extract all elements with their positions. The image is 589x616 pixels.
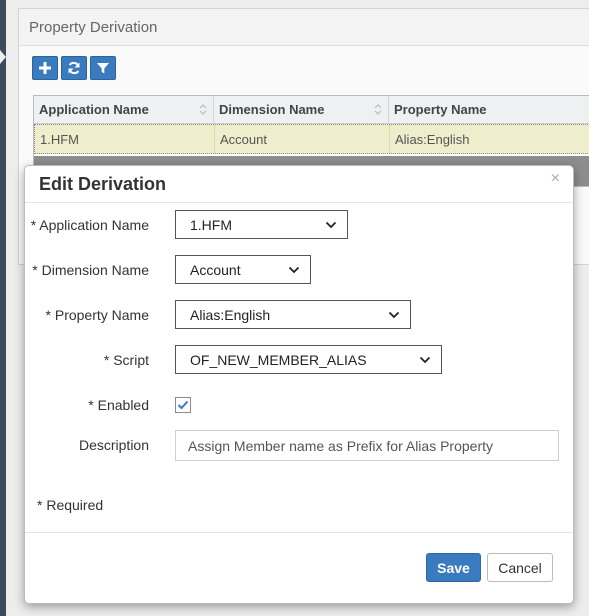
sort-icon xyxy=(374,104,382,115)
dimension-name-label: * Dimension Name xyxy=(32,262,149,278)
save-button[interactable]: Save xyxy=(426,553,481,582)
column-label: Application Name xyxy=(39,102,149,117)
refresh-icon xyxy=(68,61,80,75)
table-cell: Alias:English xyxy=(395,131,470,147)
enabled-label: * Enabled xyxy=(88,397,149,413)
column-header-application[interactable]: Application Name xyxy=(34,96,214,123)
left-rail xyxy=(0,0,6,616)
column-label: Property Name xyxy=(394,102,487,117)
dialog-footer-divider xyxy=(25,532,573,533)
checkmark-icon xyxy=(177,400,189,410)
table-cell: Account xyxy=(215,125,390,153)
dimension-name-select[interactable]: Account xyxy=(175,255,311,284)
column-label: Dimension Name xyxy=(219,102,325,117)
select-value: 1.HFM xyxy=(190,216,232,233)
panel-title: Property Derivation xyxy=(19,9,589,46)
toolbar xyxy=(32,56,116,80)
property-name-select[interactable]: Alias:English xyxy=(175,300,411,329)
add-icon xyxy=(39,62,51,74)
cancel-button[interactable]: Cancel xyxy=(487,553,553,582)
dialog-title: Edit Derivation xyxy=(39,174,167,194)
dialog-header: Edit Derivation × xyxy=(25,166,573,203)
grid-header: Application Name Dimension Name Property… xyxy=(34,96,589,124)
chevron-down-icon xyxy=(288,266,300,274)
property-name-label: * Property Name xyxy=(45,307,149,323)
description-label: Description xyxy=(78,437,149,453)
select-value: OF_NEW_MEMBER_ALIAS xyxy=(190,351,367,368)
application-name-label: * Application Name xyxy=(30,217,149,233)
panel-pointer xyxy=(0,50,6,64)
table-row[interactable]: 1.HFM Account Alias:English xyxy=(34,124,589,154)
application-name-select[interactable]: 1.HFM xyxy=(175,210,348,239)
chevron-down-icon xyxy=(419,356,431,364)
column-header-dimension[interactable]: Dimension Name xyxy=(214,96,389,123)
chevron-down-icon xyxy=(388,311,400,319)
filter-button[interactable] xyxy=(90,56,116,80)
sort-icon xyxy=(199,104,207,115)
required-note: * Required xyxy=(37,497,104,513)
refresh-button[interactable] xyxy=(61,56,87,80)
table-cell: 1.HFM xyxy=(35,125,215,153)
script-label: * Script xyxy=(103,352,149,368)
filter-icon xyxy=(97,63,109,74)
chevron-down-icon xyxy=(325,221,337,229)
add-button[interactable] xyxy=(32,56,58,80)
column-header-property[interactable]: Property Name xyxy=(389,96,589,123)
select-value: Account xyxy=(190,261,241,278)
script-select[interactable]: OF_NEW_MEMBER_ALIAS xyxy=(175,345,442,374)
select-value: Alias:English xyxy=(190,306,271,323)
description-input[interactable]: Assign Member name as Prefix for Alias P… xyxy=(175,430,559,461)
edit-derivation-dialog: Edit Derivation × * Application Name 1.H… xyxy=(24,165,574,604)
close-icon[interactable]: × xyxy=(551,170,560,188)
enabled-checkbox[interactable] xyxy=(175,397,191,413)
